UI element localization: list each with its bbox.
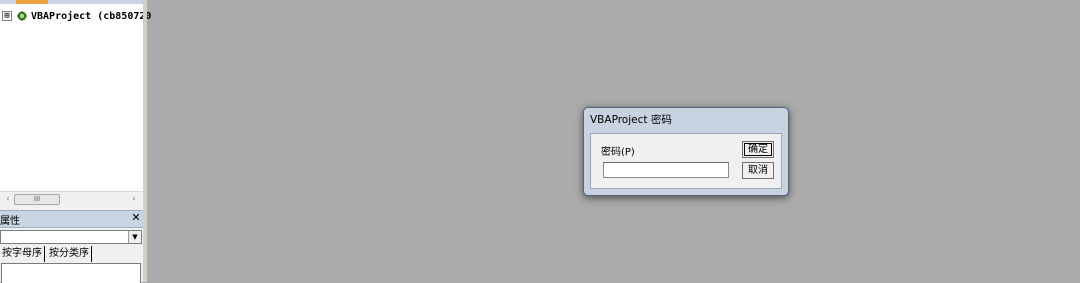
horizontal-scrollbar[interactable]: ‹ III ›: [0, 191, 144, 206]
tree-item-label: VBAProject (cb850720: [31, 10, 152, 22]
close-icon[interactable]: ✕: [130, 212, 142, 224]
password-label: 密码(P): [601, 147, 635, 158]
dialog-body: 密码(P) 确定 取消: [590, 133, 782, 189]
scroll-left-icon[interactable]: ‹: [2, 192, 14, 206]
properties-tabs: 按字母序 按分类序: [0, 246, 94, 262]
properties-grid[interactable]: [1, 263, 141, 283]
left-pane: ⊞ VBAProject (cb850720 ‹ III › 属性 ✕ ▼ 按字…: [0, 0, 151, 283]
pane-splitter[interactable]: [143, 0, 147, 282]
password-field[interactable]: [603, 162, 729, 178]
tab-categorized[interactable]: 按分类序: [47, 246, 92, 262]
vba-project-icon: [16, 10, 28, 22]
properties-titlebar: 属性 ✕: [0, 210, 144, 228]
scroll-right-icon[interactable]: ›: [128, 192, 140, 206]
scroll-thumb[interactable]: III: [14, 194, 60, 205]
chevron-down-icon[interactable]: ▼: [128, 231, 141, 243]
dialog-title: VBAProject 密码: [590, 114, 672, 126]
ok-button[interactable]: 确定: [742, 141, 774, 158]
password-dialog: VBAProject 密码 密码(P) 确定 取消: [583, 107, 789, 196]
expand-icon[interactable]: ⊞: [2, 11, 12, 21]
cancel-button[interactable]: 取消: [742, 162, 774, 179]
tab-alphabetic[interactable]: 按字母序: [0, 246, 45, 262]
object-select[interactable]: ▼: [0, 230, 142, 244]
properties-title: 属性: [0, 216, 20, 227]
project-tree[interactable]: ⊞ VBAProject (cb850720: [0, 4, 151, 191]
tree-item-vbaproject[interactable]: ⊞ VBAProject (cb850720: [2, 9, 151, 23]
